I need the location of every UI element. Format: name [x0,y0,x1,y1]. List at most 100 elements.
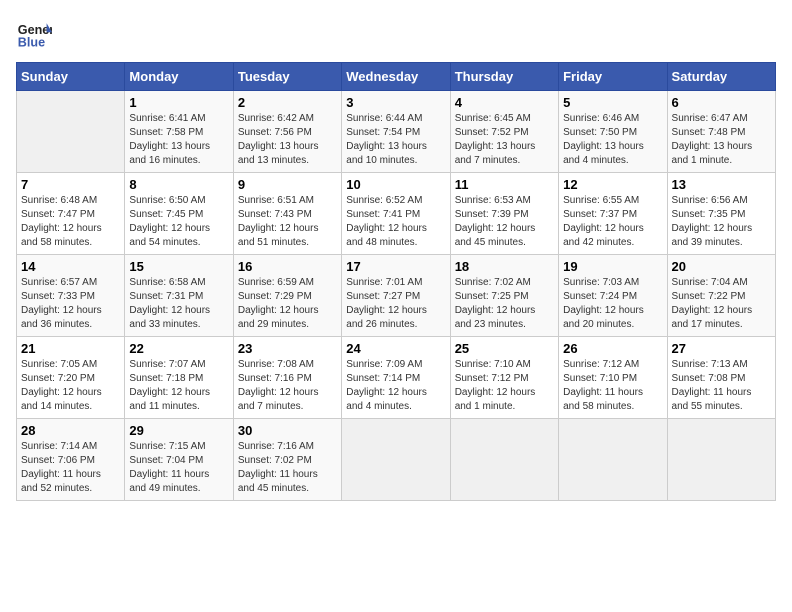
day-info: Sunrise: 6:51 AMSunset: 7:43 PMDaylight:… [238,194,337,250]
calendar-day-cell: 21Sunrise: 7:05 AMSunset: 7:20 PMDayligh… [17,337,125,419]
day-info: Sunrise: 7:04 AMSunset: 7:22 PMDaylight:… [672,276,771,332]
day-number: 14 [21,259,120,274]
day-info: Sunrise: 7:14 AMSunset: 7:06 PMDaylight:… [21,440,120,496]
calendar-day-cell [342,419,450,501]
day-number: 1 [129,95,228,110]
day-number: 2 [238,95,337,110]
day-info: Sunrise: 6:46 AMSunset: 7:50 PMDaylight:… [563,112,662,168]
day-info: Sunrise: 7:02 AMSunset: 7:25 PMDaylight:… [455,276,554,332]
day-number: 13 [672,177,771,192]
weekday-header: Friday [559,63,667,91]
calendar-day-cell: 9 Sunrise: 6:51 AMSunset: 7:43 PMDaylight… [233,173,341,255]
day-info: Sunrise: 6:58 AMSunset: 7:31 PMDaylight:… [129,276,228,332]
day-info: Sunrise: 7:15 AMSunset: 7:04 PMDaylight:… [129,440,228,496]
day-number: 23 [238,341,337,356]
day-info: Sunrise: 6:47 AMSunset: 7:48 PMDaylight:… [672,112,771,168]
svg-text:Blue: Blue [18,36,45,50]
calendar-day-cell: 11Sunrise: 6:53 AMSunset: 7:39 PMDayligh… [450,173,558,255]
calendar-day-cell: 29 Sunrise: 7:15 AMSunset: 7:04 PMDayligh… [125,419,233,501]
day-info: Sunrise: 6:56 AMSunset: 7:35 PMDaylight:… [672,194,771,250]
calendar-day-cell [17,91,125,173]
calendar-week-row: 7Sunrise: 6:48 AMSunset: 7:47 PMDaylight… [17,173,776,255]
calendar-day-cell: 1 Sunrise: 6:41 AMSunset: 7:58 PMDaylight… [125,91,233,173]
day-info: Sunrise: 6:50 AMSunset: 7:45 PMDaylight:… [129,194,228,250]
day-number: 8 [129,177,228,192]
calendar-day-cell: 22 Sunrise: 7:07 AMSunset: 7:18 PMDayligh… [125,337,233,419]
calendar-week-row: 14 Sunrise: 6:57 AMSunset: 7:33 PMDayligh… [17,255,776,337]
calendar-table: SundayMondayTuesdayWednesdayThursdayFrid… [16,62,776,501]
weekday-header: Saturday [667,63,775,91]
day-info: Sunrise: 6:48 AMSunset: 7:47 PMDaylight:… [21,194,120,250]
logo: General Blue [16,16,56,52]
calendar-day-cell [450,419,558,501]
calendar-day-cell: 4 Sunrise: 6:45 AMSunset: 7:52 PMDaylight… [450,91,558,173]
day-number: 20 [672,259,771,274]
day-info: Sunrise: 6:52 AMSunset: 7:41 PMDaylight:… [346,194,445,250]
calendar-day-cell: 18Sunrise: 7:02 AMSunset: 7:25 PMDayligh… [450,255,558,337]
day-info: Sunrise: 7:12 AMSunset: 7:10 PMDaylight:… [563,358,662,414]
calendar-day-cell: 27 Sunrise: 7:13 AMSunset: 7:08 PMDayligh… [667,337,775,419]
day-number: 6 [672,95,771,110]
weekday-header: Wednesday [342,63,450,91]
day-number: 28 [21,423,120,438]
day-number: 16 [238,259,337,274]
day-number: 19 [563,259,662,274]
day-number: 15 [129,259,228,274]
day-number: 9 [238,177,337,192]
calendar-day-cell: 10 Sunrise: 6:52 AMSunset: 7:41 PMDayligh… [342,173,450,255]
logo-icon: General Blue [16,16,52,52]
day-info: Sunrise: 6:42 AMSunset: 7:56 PMDaylight:… [238,112,337,168]
calendar-day-cell: 19 Sunrise: 7:03 AMSunset: 7:24 PMDayligh… [559,255,667,337]
day-number: 17 [346,259,445,274]
calendar-day-cell: 2 Sunrise: 6:42 AMSunset: 7:56 PMDaylight… [233,91,341,173]
calendar-week-row: 21Sunrise: 7:05 AMSunset: 7:20 PMDayligh… [17,337,776,419]
day-number: 12 [563,177,662,192]
calendar-day-cell: 20 Sunrise: 7:04 AMSunset: 7:22 PMDayligh… [667,255,775,337]
day-number: 27 [672,341,771,356]
day-info: Sunrise: 6:41 AMSunset: 7:58 PMDaylight:… [129,112,228,168]
day-number: 29 [129,423,228,438]
calendar-day-cell: 5Sunrise: 6:46 AMSunset: 7:50 PMDaylight… [559,91,667,173]
weekday-header: Tuesday [233,63,341,91]
day-info: Sunrise: 7:08 AMSunset: 7:16 PMDaylight:… [238,358,337,414]
day-number: 25 [455,341,554,356]
calendar-week-row: 1 Sunrise: 6:41 AMSunset: 7:58 PMDaylight… [17,91,776,173]
calendar-day-cell: 23 Sunrise: 7:08 AMSunset: 7:16 PMDayligh… [233,337,341,419]
calendar-day-cell: 12 Sunrise: 6:55 AMSunset: 7:37 PMDayligh… [559,173,667,255]
day-number: 3 [346,95,445,110]
calendar-day-cell: 15 Sunrise: 6:58 AMSunset: 7:31 PMDayligh… [125,255,233,337]
calendar-day-cell: 3 Sunrise: 6:44 AMSunset: 7:54 PMDaylight… [342,91,450,173]
calendar-day-cell: 8 Sunrise: 6:50 AMSunset: 7:45 PMDaylight… [125,173,233,255]
day-info: Sunrise: 6:45 AMSunset: 7:52 PMDaylight:… [455,112,554,168]
calendar-day-cell: 7Sunrise: 6:48 AMSunset: 7:47 PMDaylight… [17,173,125,255]
day-info: Sunrise: 6:53 AMSunset: 7:39 PMDaylight:… [455,194,554,250]
day-number: 24 [346,341,445,356]
day-info: Sunrise: 7:03 AMSunset: 7:24 PMDaylight:… [563,276,662,332]
day-info: Sunrise: 7:01 AMSunset: 7:27 PMDaylight:… [346,276,445,332]
calendar-day-cell: 6 Sunrise: 6:47 AMSunset: 7:48 PMDaylight… [667,91,775,173]
day-number: 10 [346,177,445,192]
day-info: Sunrise: 6:57 AMSunset: 7:33 PMDaylight:… [21,276,120,332]
day-info: Sunrise: 7:16 AMSunset: 7:02 PMDaylight:… [238,440,337,496]
day-number: 4 [455,95,554,110]
calendar-day-cell: 17 Sunrise: 7:01 AMSunset: 7:27 PMDayligh… [342,255,450,337]
calendar-day-cell: 14 Sunrise: 6:57 AMSunset: 7:33 PMDayligh… [17,255,125,337]
day-info: Sunrise: 7:10 AMSunset: 7:12 PMDaylight:… [455,358,554,414]
page-header: General Blue [16,16,776,52]
day-info: Sunrise: 6:55 AMSunset: 7:37 PMDaylight:… [563,194,662,250]
calendar-day-cell [559,419,667,501]
weekday-header-row: SundayMondayTuesdayWednesdayThursdayFrid… [17,63,776,91]
calendar-day-cell: 26Sunrise: 7:12 AMSunset: 7:10 PMDayligh… [559,337,667,419]
day-info: Sunrise: 6:44 AMSunset: 7:54 PMDaylight:… [346,112,445,168]
day-info: Sunrise: 7:07 AMSunset: 7:18 PMDaylight:… [129,358,228,414]
day-info: Sunrise: 7:09 AMSunset: 7:14 PMDaylight:… [346,358,445,414]
calendar-day-cell: 24 Sunrise: 7:09 AMSunset: 7:14 PMDayligh… [342,337,450,419]
day-number: 22 [129,341,228,356]
calendar-day-cell: 16 Sunrise: 6:59 AMSunset: 7:29 PMDayligh… [233,255,341,337]
day-number: 30 [238,423,337,438]
day-info: Sunrise: 7:05 AMSunset: 7:20 PMDaylight:… [21,358,120,414]
weekday-header: Thursday [450,63,558,91]
day-info: Sunrise: 6:59 AMSunset: 7:29 PMDaylight:… [238,276,337,332]
day-info: Sunrise: 7:13 AMSunset: 7:08 PMDaylight:… [672,358,771,414]
calendar-day-cell: 28 Sunrise: 7:14 AMSunset: 7:06 PMDayligh… [17,419,125,501]
